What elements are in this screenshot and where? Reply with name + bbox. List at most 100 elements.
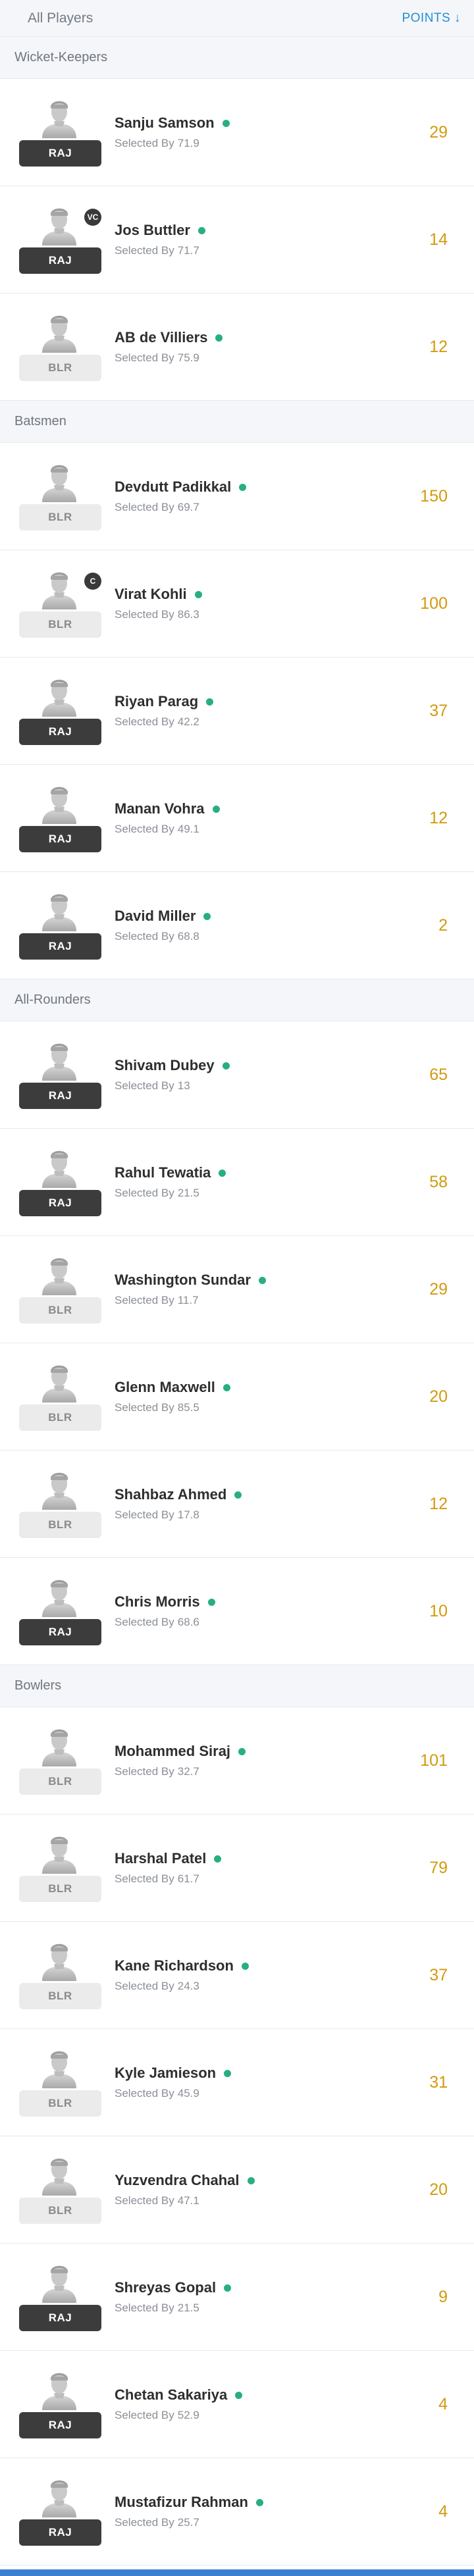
selected-by: Selected By 68.6 [115, 1616, 215, 1629]
player-points: 150 [420, 486, 448, 505]
player-row[interactable]: BLR Kyle Jamieson Selected By 45.9 31 [0, 2029, 474, 2136]
selected-by-value: 11.7 [177, 1294, 199, 1306]
player-name: AB de Villiers [115, 329, 208, 346]
selected-by: Selected By 13 [115, 1079, 230, 1093]
player-name: Shreyas Gopal [115, 2279, 217, 2296]
playing-status-dot [222, 119, 230, 127]
player-row[interactable]: VC RAJ Jos Buttler Selected By 71.7 14 [0, 186, 474, 294]
selected-by-label: Selected By [115, 930, 174, 942]
player-name: Yuzvendra Chahal [115, 2172, 240, 2188]
selected-by: Selected By 11.7 [115, 1294, 266, 1307]
selected-by-value: 21.5 [177, 1187, 199, 1199]
selected-by-value: 71.7 [177, 244, 199, 257]
team-badge: RAJ [19, 2412, 101, 2438]
player-row[interactable]: BLR Devdutt Padikkal Selected By 69.7 150 [0, 443, 474, 550]
team-badge: BLR [19, 1983, 101, 2009]
player-avatar-icon [42, 1944, 76, 1981]
player-avatar-icon [42, 315, 76, 353]
player-info: Chris Morris Selected By 68.6 [115, 1558, 215, 1664]
team-badge: RAJ [19, 826, 101, 852]
playing-status-dot [194, 590, 202, 598]
selected-by-value: 71.9 [177, 137, 199, 149]
player-name: Chetan Sakariya [115, 2386, 228, 2403]
player-row[interactable]: RAJ Chetan Sakariya Selected By 52.9 4 [0, 2351, 474, 2458]
player-name-line: Virat Kohli [115, 586, 202, 603]
selected-by-value: 24.3 [177, 1980, 199, 1992]
player-points: 20 [429, 1387, 448, 1406]
player-points: 37 [429, 1965, 448, 1984]
selected-by: Selected By 17.8 [115, 1508, 242, 1522]
player-row[interactable]: BLR Shahbaz Ahmed Selected By 17.8 12 [0, 1451, 474, 1558]
sort-by-points-button[interactable]: POINTS ↓ [402, 11, 461, 26]
team-badge: RAJ [19, 2305, 101, 2331]
playing-status-dot [222, 1062, 230, 1069]
player-info: Riyan Parag Selected By 42.2 [115, 657, 214, 764]
team-badge: RAJ [19, 1083, 101, 1109]
player-name-line: Shreyas Gopal [115, 2279, 232, 2296]
playing-status-dot [234, 1491, 242, 1499]
player-row[interactable]: RAJ Mustafizur Rahman Selected By 25.7 4 [0, 2458, 474, 2565]
selected-by: Selected By 68.8 [115, 930, 211, 943]
selected-by-value: 49.1 [177, 823, 199, 835]
player-avatar-icon [42, 1258, 76, 1295]
player-avatar-icon [42, 1729, 76, 1766]
selected-by-value: 68.8 [177, 930, 199, 942]
player-row[interactable]: C BLR Virat Kohli Selected By 86.3 100 [0, 550, 474, 657]
player-name: Sanju Samson [115, 115, 215, 131]
playing-status-dot [224, 2069, 232, 2077]
team-badge: BLR [19, 355, 101, 381]
player-points: 12 [429, 1494, 448, 1513]
player-row[interactable]: BLR Mohammed Siraj Selected By 32.7 101 [0, 1707, 474, 1815]
player-points: 65 [429, 1065, 448, 1084]
selected-by-label: Selected By [115, 608, 174, 621]
team-badge: RAJ [19, 140, 101, 167]
selected-by: Selected By 61.7 [115, 1872, 221, 1886]
selected-by-value: 69.7 [177, 501, 199, 513]
player-name-line: Devdutt Padikkal [115, 478, 247, 496]
player-avatar-icon [42, 786, 76, 824]
player-name-line: Washington Sundar [115, 1272, 266, 1289]
playing-status-dot [247, 2177, 255, 2184]
selected-by-label: Selected By [115, 501, 174, 513]
selected-by-label: Selected By [115, 2087, 174, 2099]
player-avatar-icon [42, 208, 76, 245]
player-name: Virat Kohli [115, 586, 187, 602]
player-row[interactable]: RAJ Chris Morris Selected By 68.6 10 [0, 1558, 474, 1665]
selected-by-label: Selected By [115, 1765, 174, 1778]
team-badge: RAJ [19, 247, 101, 274]
player-info: Sanju Samson Selected By 71.9 [115, 79, 230, 186]
selected-by: Selected By 47.1 [115, 2194, 255, 2207]
player-row[interactable]: RAJ Shivam Dubey Selected By 13 65 [0, 1021, 474, 1129]
player-points: 12 [429, 337, 448, 356]
selected-by-label: Selected By [115, 2516, 174, 2529]
team-badge: BLR [19, 1768, 101, 1795]
player-row[interactable]: BLR Yuzvendra Chahal Selected By 47.1 20 [0, 2136, 474, 2244]
vice-captain-badge: VC [84, 209, 101, 226]
team-badge: RAJ [19, 1190, 101, 1216]
player-name: Shivam Dubey [115, 1057, 215, 1073]
player-name: Jos Buttler [115, 222, 190, 238]
selected-by-value: 85.5 [177, 1401, 199, 1414]
player-row[interactable]: RAJ Rahul Tewatia Selected By 21.5 58 [0, 1129, 474, 1236]
player-name: Rahul Tewatia [115, 1164, 211, 1181]
player-row[interactable]: RAJ Sanju Samson Selected By 71.9 29 [0, 79, 474, 186]
player-row[interactable]: RAJ David Miller Selected By 68.8 2 [0, 872, 474, 979]
player-info: Manan Vohra Selected By 49.1 [115, 765, 220, 871]
selected-by-label: Selected By [115, 2409, 174, 2421]
player-row[interactable]: BLR Harshal Patel Selected By 61.7 79 [0, 1815, 474, 1922]
player-points: 9 [438, 2287, 448, 2306]
player-name-line: Kane Richardson [115, 1957, 249, 1974]
player-name: Mohammed Siraj [115, 1743, 231, 1759]
player-row[interactable]: BLR Glenn Maxwell Selected By 85.5 20 [0, 1343, 474, 1451]
player-row[interactable]: BLR AB de Villiers Selected By 75.9 12 [0, 294, 474, 401]
selected-by-label: Selected By [115, 1187, 174, 1199]
player-row[interactable]: BLR Washington Sundar Selected By 11.7 29 [0, 1236, 474, 1343]
player-info: Shreyas Gopal Selected By 21.5 [115, 2244, 232, 2350]
player-row[interactable]: RAJ Riyan Parag Selected By 42.2 37 [0, 657, 474, 765]
section-header: Batsmen [0, 401, 474, 443]
player-points: 100 [420, 594, 448, 613]
player-name-line: Glenn Maxwell [115, 1379, 230, 1396]
player-row[interactable]: RAJ Shreyas Gopal Selected By 21.5 9 [0, 2244, 474, 2351]
player-row[interactable]: RAJ Manan Vohra Selected By 49.1 12 [0, 765, 474, 872]
player-row[interactable]: BLR Kane Richardson Selected By 24.3 37 [0, 1922, 474, 2029]
